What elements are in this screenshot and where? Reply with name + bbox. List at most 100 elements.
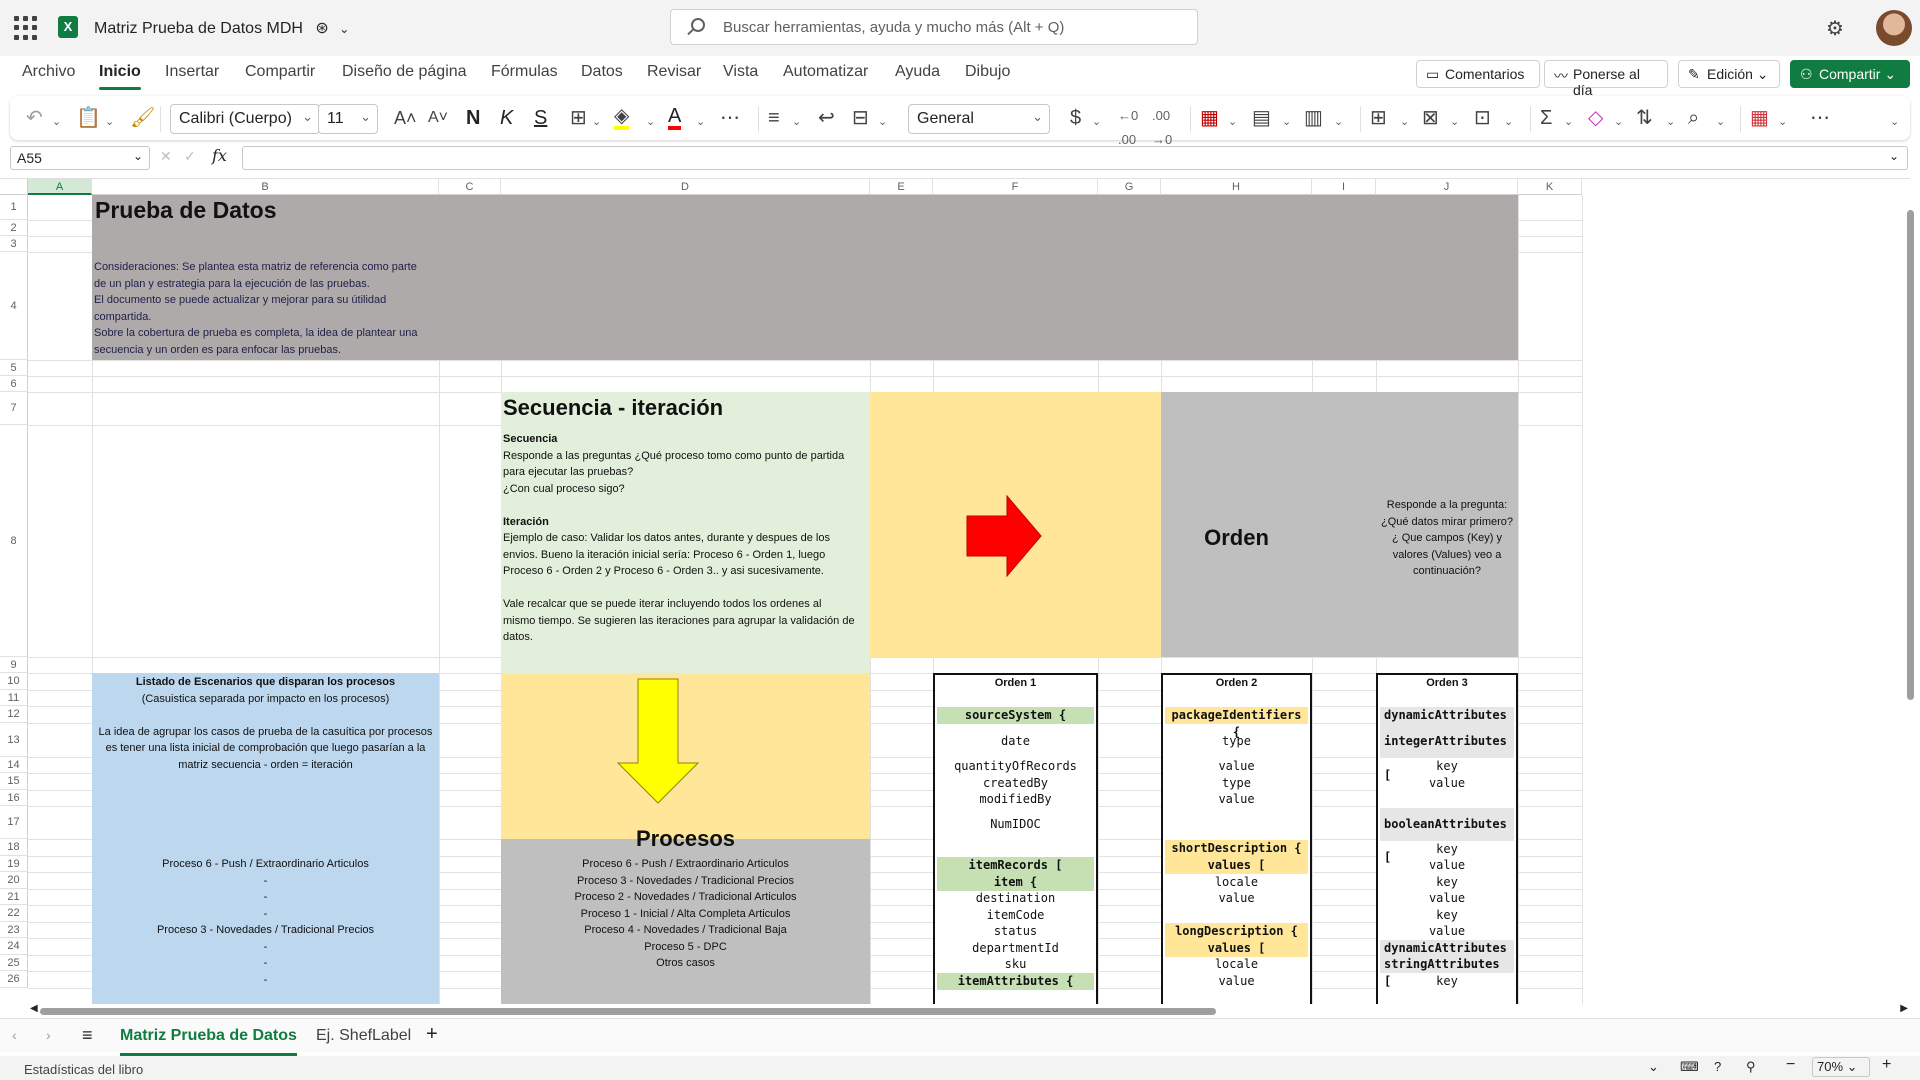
row-header[interactable]: 26 [0, 971, 28, 988]
chevron-down-icon[interactable]: ⌄ [878, 110, 887, 134]
column-header-g[interactable]: G [1098, 179, 1161, 195]
number-format-select[interactable]: General ⌄ [908, 104, 1050, 134]
decrease-decimal-icon[interactable]: .00 →0 [1152, 104, 1172, 152]
format-cells-icon[interactable]: ⊡ [1474, 106, 1491, 130]
search-box[interactable]: Buscar herramientas, ayuda y mucho más (… [670, 9, 1198, 45]
zoom-out-icon[interactable]: − [1786, 1056, 1795, 1074]
column-header-b[interactable]: B [92, 179, 439, 195]
chevron-down-icon[interactable]: ⌄ [792, 110, 801, 134]
spreadsheet-grid[interactable]: A B C D E F G H I J K 1 2 3 4 5 6 7 8 9 … [0, 178, 1910, 1004]
row-header[interactable]: 23 [0, 922, 28, 938]
prev-sheet-icon[interactable]: ‹ [12, 1027, 17, 1043]
row-header[interactable]: 8 [0, 425, 28, 657]
align-icon[interactable]: ≡ [768, 106, 780, 130]
row-header[interactable]: 14 [0, 757, 28, 773]
delete-cells-icon[interactable]: ⊠ [1422, 106, 1439, 130]
share-button[interactable]: ⚇ Compartir ⌄ [1790, 60, 1910, 88]
tab-formulas[interactable]: Fórmulas [491, 63, 558, 81]
row-header[interactable]: 12 [0, 706, 28, 723]
select-all-corner[interactable] [0, 179, 28, 195]
scrollbar-thumb[interactable] [40, 1008, 1216, 1015]
bold-button[interactable]: N [466, 106, 480, 130]
find-icon[interactable]: ⌕ [1688, 106, 1699, 130]
column-header-c[interactable]: C [439, 179, 501, 195]
tab-ayuda[interactable]: Ayuda [895, 63, 940, 81]
feedback-icon[interactable]: ⚲ [1746, 1059, 1756, 1075]
row-header[interactable]: 16 [0, 790, 28, 806]
add-sheet-icon[interactable]: + [426, 1023, 438, 1046]
chevron-down-icon[interactable]: ⌄ [105, 110, 114, 134]
all-sheets-icon[interactable]: ≡ [82, 1025, 93, 1046]
row-header[interactable]: 6 [0, 376, 28, 392]
row-header[interactable]: 1 [0, 195, 28, 220]
row-header[interactable]: 20 [0, 872, 28, 889]
tab-archivo[interactable]: Archivo [22, 63, 75, 81]
underline-button[interactable]: S [534, 106, 547, 130]
row-header[interactable]: 3 [0, 236, 28, 252]
chevron-down-icon[interactable]: ⌄ [1504, 110, 1513, 134]
vertical-scrollbar[interactable] [1906, 196, 1916, 1004]
row-header[interactable]: 5 [0, 360, 28, 376]
more-options-icon[interactable]: ⋯ [1810, 106, 1830, 130]
cell-styles-icon[interactable]: ▥ [1304, 106, 1323, 130]
row-header[interactable]: 10 [0, 673, 28, 690]
gear-icon[interactable]: ⚙ [1826, 16, 1844, 41]
tab-vista[interactable]: Vista [723, 63, 758, 81]
chevron-down-icon[interactable]: ⌄ [1400, 110, 1409, 134]
row-header[interactable]: 17 [0, 806, 28, 839]
font-size-select[interactable]: 11 ⌄ [318, 104, 378, 134]
row-header[interactable]: 11 [0, 690, 28, 706]
catch-up-button[interactable]: 〰 Ponerse al día [1544, 60, 1668, 98]
chevron-down-icon[interactable]: ⌄ [1648, 1059, 1659, 1075]
column-header-f[interactable]: F [933, 179, 1098, 195]
sheet-tab-shelflabel[interactable]: Ej. ShefLabel [316, 1027, 411, 1045]
chevron-down-icon[interactable]: ⌄ [592, 110, 601, 134]
row-header[interactable]: 18 [0, 839, 28, 856]
row-header[interactable]: 4 [0, 252, 28, 360]
font-color-icon[interactable]: A [668, 106, 682, 130]
cancel-icon[interactable]: ✕ [160, 148, 172, 165]
merge-cells-icon[interactable]: ⊟ [852, 106, 869, 130]
name-box[interactable]: A55 ⌄ [10, 146, 150, 170]
wrap-text-icon[interactable]: ↩ [818, 106, 835, 130]
chevron-down-icon[interactable]: ⌄ [52, 110, 61, 134]
avatar[interactable] [1876, 10, 1912, 46]
tab-datos[interactable]: Datos [581, 63, 623, 81]
chevron-down-icon[interactable]: ⌄ [1666, 110, 1675, 134]
scrollbar-thumb[interactable] [1907, 210, 1914, 700]
document-title[interactable]: Matriz Prueba de Datos MDH ⊛ ⌄ [94, 18, 349, 38]
tab-revisar[interactable]: Revisar [647, 63, 701, 81]
zoom-select[interactable]: 70% ⌄ [1812, 1057, 1870, 1077]
chevron-down-icon[interactable]: ⌄ [696, 110, 705, 134]
fx-icon[interactable]: fx [212, 146, 227, 165]
scroll-left-icon[interactable]: ◀ [30, 1003, 38, 1014]
row-header[interactable]: 2 [0, 220, 28, 236]
tab-compartir[interactable]: Compartir [245, 63, 315, 81]
chevron-down-icon[interactable]: ⌄ [1092, 110, 1101, 134]
row-header[interactable]: 9 [0, 657, 28, 673]
fill-color-icon[interactable]: ◈ [614, 106, 630, 130]
tab-insertar[interactable]: Insertar [165, 63, 219, 81]
chevron-down-icon[interactable]: ⌄ [1778, 110, 1787, 134]
sort-filter-icon[interactable]: ⇅ [1636, 106, 1653, 130]
column-header-d[interactable]: D [501, 179, 870, 195]
comments-button[interactable]: ▭ Comentarios [1416, 60, 1540, 88]
column-header-k[interactable]: K [1518, 179, 1582, 195]
enter-icon[interactable]: ✓ [184, 148, 196, 165]
chevron-down-icon[interactable]: ⌄ [646, 110, 655, 134]
font-name-select[interactable]: Calibri (Cuerpo) ⌄ [170, 104, 320, 134]
conditional-format-icon[interactable]: ▦ [1200, 106, 1219, 130]
zoom-in-icon[interactable]: + [1882, 1056, 1891, 1074]
autosum-icon[interactable]: Σ [1540, 106, 1552, 130]
formula-input[interactable]: ⌄ [242, 146, 1908, 170]
next-sheet-icon[interactable]: › [46, 1027, 51, 1043]
borders-icon[interactable]: ⊞ [570, 106, 587, 130]
keyboard-icon[interactable]: ⌨ [1680, 1059, 1699, 1075]
row-header[interactable]: 7 [0, 392, 28, 425]
column-header-h[interactable]: H [1161, 179, 1312, 195]
tab-diseno-pagina[interactable]: Diseño de página [342, 63, 467, 81]
row-header[interactable]: 24 [0, 938, 28, 955]
horizontal-scrollbar[interactable]: ◀ ▶ [28, 1003, 1910, 1016]
row-header[interactable]: 15 [0, 773, 28, 790]
app-launcher-icon[interactable] [14, 16, 38, 40]
